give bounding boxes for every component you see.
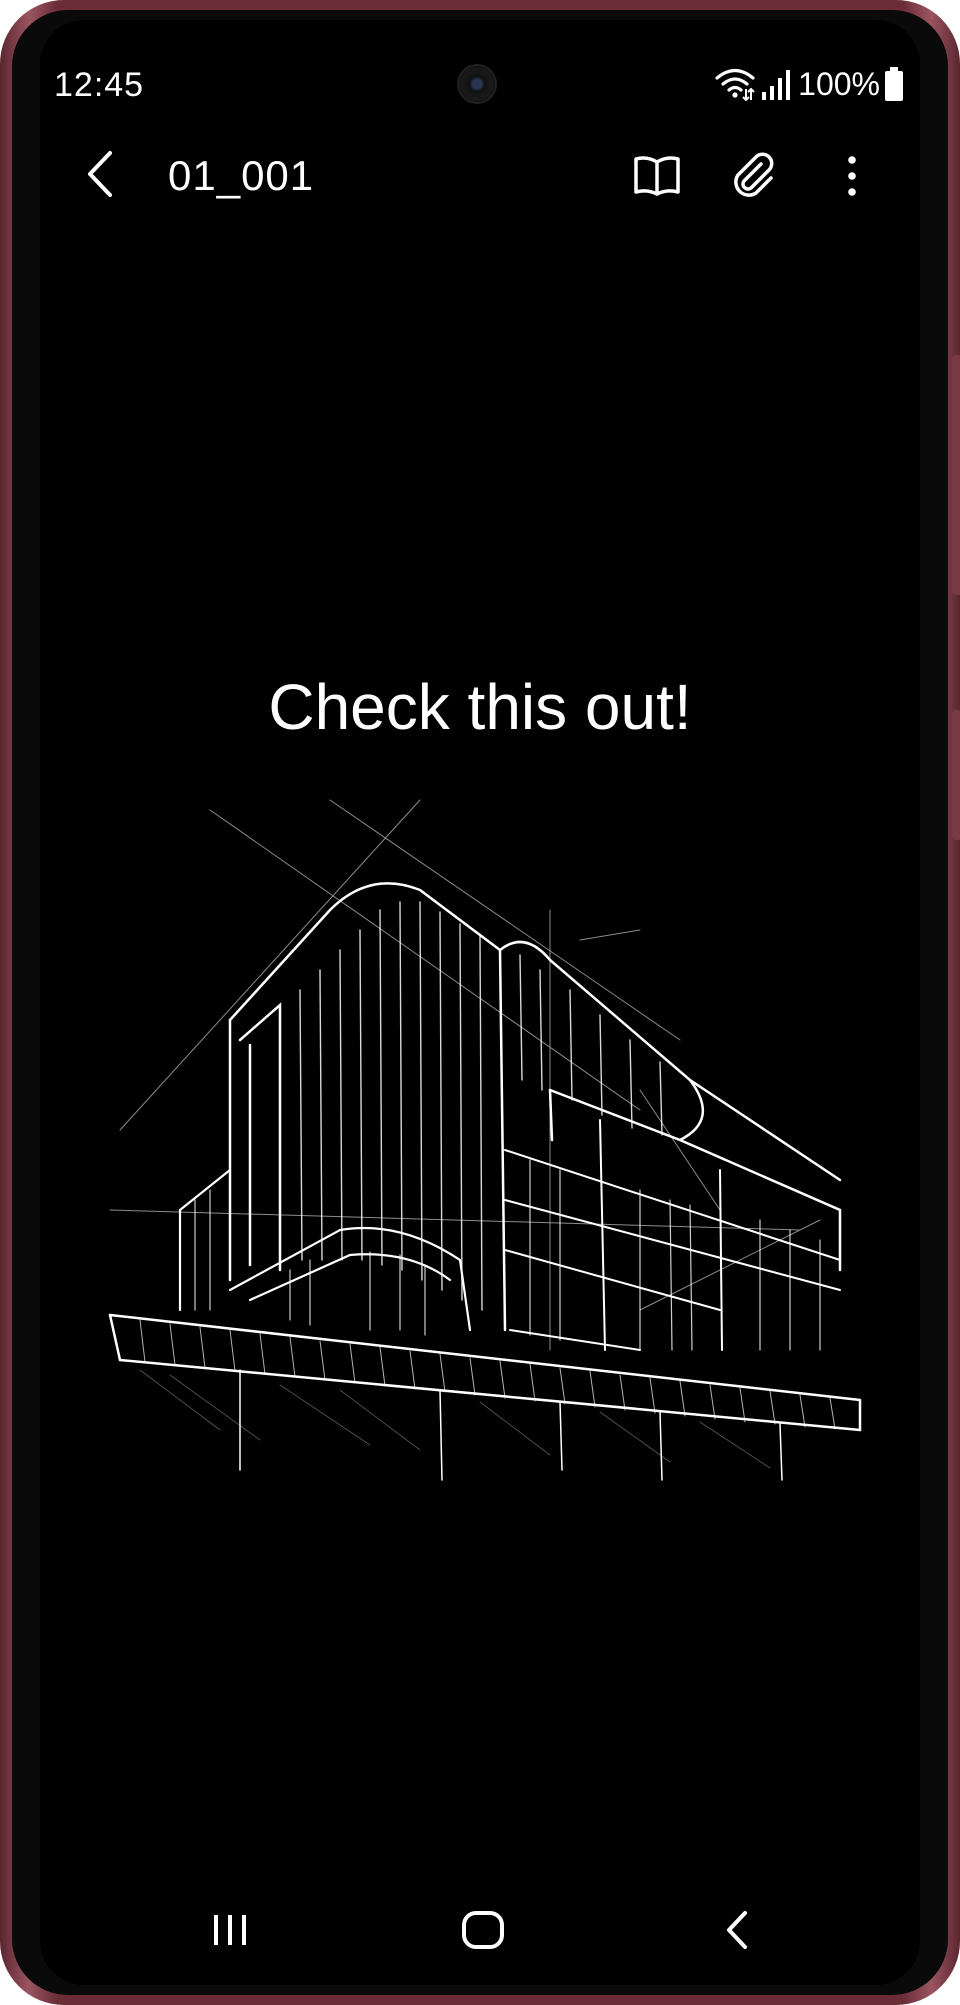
navigation-bar — [40, 1875, 920, 1985]
note-toolbar: 01_001 — [40, 130, 920, 220]
power-button — [952, 710, 960, 840]
back-button[interactable] — [70, 144, 130, 204]
volume-button — [952, 355, 960, 595]
reading-mode-button[interactable] — [625, 144, 689, 208]
system-back-button[interactable] — [697, 1895, 777, 1965]
recents-icon — [214, 1915, 246, 1945]
more-options-icon — [848, 156, 856, 196]
phone-frame: 12:45 100% 01_001 Check this out! — [0, 0, 960, 2005]
note-title: 01_001 — [168, 152, 315, 199]
more-options-button[interactable] — [820, 144, 884, 208]
status-time: 12:45 — [54, 66, 145, 104]
battery-percent: 100% — [798, 65, 880, 102]
battery-icon — [885, 67, 903, 101]
wifi-icon — [715, 68, 755, 101]
recents-button[interactable] — [190, 1895, 270, 1965]
status-bar: 12:45 100% — [40, 20, 920, 104]
back-icon — [727, 1911, 747, 1949]
signal-icon — [762, 70, 791, 100]
paperclip-icon — [734, 152, 774, 197]
front-camera — [459, 66, 495, 102]
building-sketch-drawing[interactable] — [80, 790, 880, 1510]
status-icons: 100% — [714, 64, 904, 104]
note-text[interactable]: Check this out! — [40, 670, 920, 744]
home-button[interactable] — [443, 1895, 523, 1965]
screen: 12:45 100% 01_001 Check this out! — [40, 20, 920, 1985]
home-icon — [462, 1911, 504, 1949]
reading-mode-icon — [634, 156, 680, 196]
back-arrow-icon — [88, 151, 112, 197]
attach-button[interactable] — [723, 144, 787, 208]
